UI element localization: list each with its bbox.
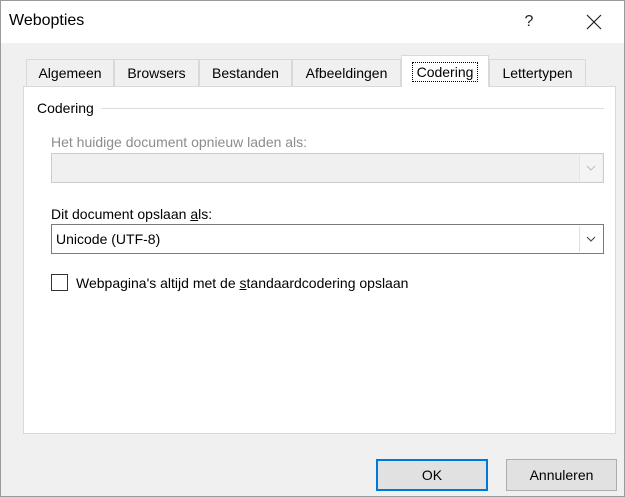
reload-encoding-select [51, 153, 604, 183]
reload-as-label: Het huidige document opnieuw laden als: [51, 134, 308, 150]
group-divider [101, 108, 604, 109]
web-options-dialog: Webopties ? Algemeen Browsers Bestanden … [0, 0, 625, 497]
dialog-title: Webopties [9, 12, 85, 29]
encoding-tab-panel: Codering Het huidige document opnieuw la… [23, 86, 616, 434]
default-encoding-checkbox[interactable] [51, 274, 68, 291]
close-icon [586, 14, 602, 30]
tab-lettertypen[interactable]: Lettertypen [489, 59, 586, 86]
dropdown-button [579, 155, 602, 181]
tab-codering[interactable]: Codering [401, 55, 489, 87]
dropdown-button[interactable] [579, 226, 602, 252]
cancel-button[interactable]: Annuleren [506, 459, 617, 491]
tab-label: Browsers [127, 65, 186, 81]
tab-afbeeldingen[interactable]: Afbeeldingen [292, 59, 401, 86]
tab-label: Lettertypen [502, 65, 573, 81]
save-encoding-value: Unicode (UTF-8) [56, 231, 161, 247]
default-encoding-checkbox-label[interactable]: Webpagina's altijd met de standaardcoder… [76, 275, 408, 291]
ok-button-label: OK [421, 467, 443, 483]
close-button[interactable] [571, 6, 617, 38]
save-as-label: Dit document opslaan als: [51, 206, 213, 222]
save-encoding-select[interactable]: Unicode (UTF-8) [51, 224, 604, 254]
tab-label: Codering [411, 61, 479, 82]
cancel-button-label: Annuleren [529, 467, 594, 483]
tab-label: Afbeeldingen [305, 65, 388, 81]
help-icon: ? [524, 13, 534, 30]
tab-browsers[interactable]: Browsers [114, 59, 199, 86]
tab-label: Algemeen [38, 65, 102, 81]
title-bar: Webopties ? [1, 1, 624, 43]
tab-bestanden[interactable]: Bestanden [199, 59, 292, 86]
encoding-group-label: Codering [37, 100, 94, 116]
chevron-down-icon [586, 236, 596, 242]
chevron-down-icon [586, 165, 596, 171]
ok-button[interactable]: OK [376, 459, 488, 491]
tab-algemeen[interactable]: Algemeen [26, 59, 114, 86]
tab-label: Bestanden [212, 65, 279, 81]
help-button[interactable]: ? [506, 6, 552, 38]
